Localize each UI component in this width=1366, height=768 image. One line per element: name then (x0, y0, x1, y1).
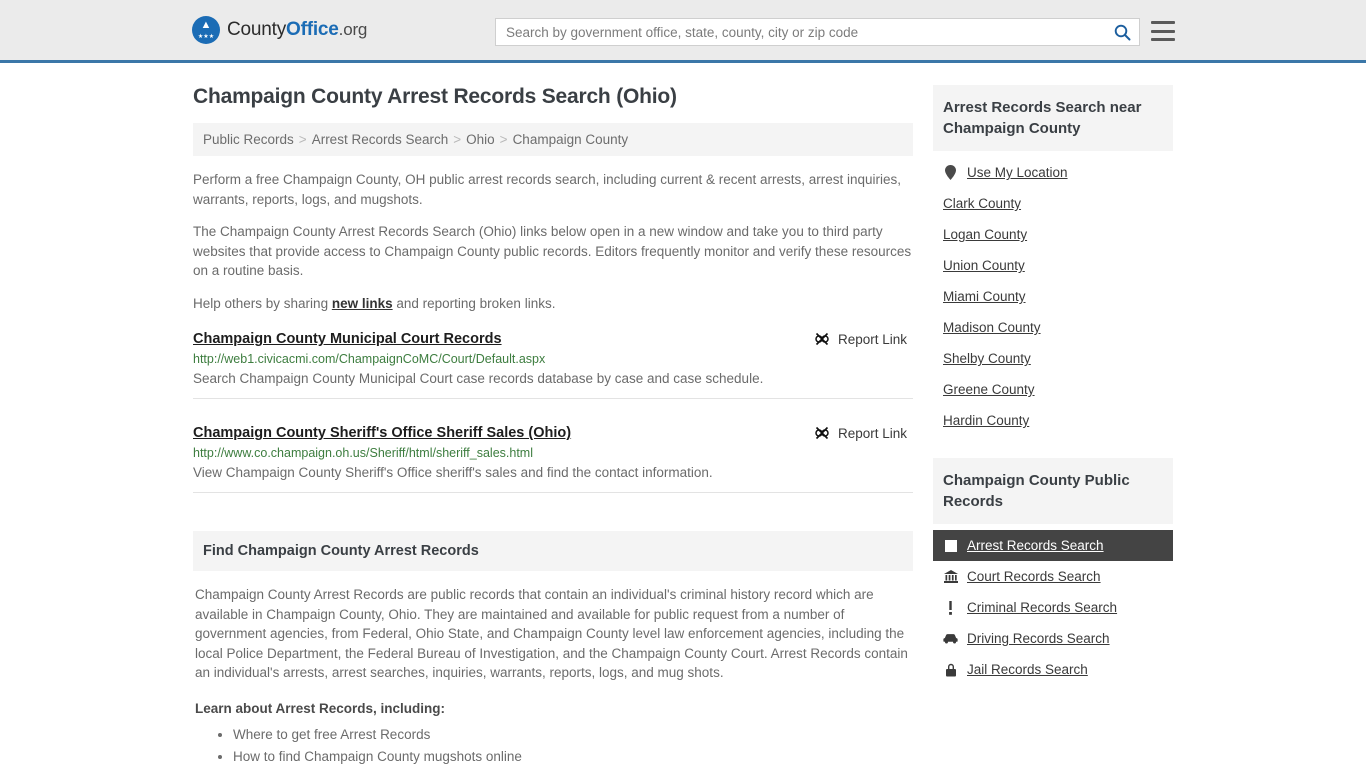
hamburger-bar (1151, 29, 1175, 33)
sidebar-item-label: Miami County (943, 289, 1026, 304)
result-title-link[interactable]: Champaign County Sheriff's Office Sherif… (193, 425, 571, 441)
eagle-seal-icon: ▲ ★★★ (192, 16, 220, 44)
sidebar-item-use-my-location[interactable]: Use My Location (933, 157, 1173, 188)
sidebar-item-label: Use My Location (967, 165, 1068, 180)
exclamation-icon (943, 600, 958, 615)
main-content: Champaign County Arrest Records Search (… (193, 85, 913, 768)
intro-paragraph-2: The Champaign County Arrest Records Sear… (193, 224, 912, 278)
report-link-button[interactable]: Report Link (814, 425, 913, 441)
intro-paragraph-1: Perform a free Champaign County, OH publ… (193, 172, 902, 207)
sidebar-item-label: Logan County (943, 227, 1028, 242)
lock-icon (943, 663, 958, 677)
brand-tld: .org (338, 20, 368, 39)
sidebar-item-label: Court Records Search (967, 569, 1101, 584)
search-button[interactable] (1105, 19, 1139, 45)
sidebar-item-criminal-records-search[interactable]: Criminal Records Search (933, 592, 1173, 623)
breadcrumb-item-arrest-records-search[interactable]: Arrest Records Search (312, 132, 449, 147)
result-description: Search Champaign County Municipal Court … (193, 371, 764, 386)
breadcrumb-item-public-records[interactable]: Public Records (203, 132, 294, 147)
search-bar (495, 18, 1140, 46)
sidebar-item-label: Criminal Records Search (967, 600, 1118, 615)
courthouse-icon (943, 570, 958, 583)
sidebar-item-madison-county[interactable]: Madison County (933, 312, 1173, 343)
find-records-body: Champaign County Arrest Records are publ… (193, 585, 913, 768)
broken-link-icon (815, 332, 829, 346)
intro-paragraph-3: Help others by sharing new links and rep… (193, 294, 913, 314)
sidebar-item-label: Hardin County (943, 413, 1030, 428)
square-icon (943, 539, 958, 552)
map-pin-icon (943, 165, 958, 180)
sidebar-item-miami-county[interactable]: Miami County (933, 281, 1173, 312)
find-records-heading: Find Champaign County Arrest Records (193, 531, 913, 571)
share-text-before: Help others by sharing (193, 295, 332, 311)
sidebar-item-jail-records-search[interactable]: Jail Records Search (933, 654, 1173, 685)
sidebar-item-court-records-search[interactable]: Court Records Search (933, 561, 1173, 592)
sidebar-item-label: Driving Records Search (967, 631, 1110, 646)
breadcrumb-item-champaign-county[interactable]: Champaign County (513, 132, 629, 147)
sidebar-item-label: Clark County (943, 196, 1022, 211)
share-text-after: and reporting broken links. (392, 295, 556, 311)
report-link-label: Report Link (837, 331, 907, 347)
site-logo-link[interactable]: ▲ ★★★ CountyOffice.org (192, 16, 367, 44)
car-icon (943, 633, 958, 644)
breadcrumb-separator: > (499, 132, 508, 147)
sidebar-item-driving-records-search[interactable]: Driving Records Search (933, 623, 1173, 654)
result-item: Champaign County Municipal Court Records… (193, 331, 913, 407)
sidebar-item-arrest-records-search[interactable]: Arrest Records Search (933, 530, 1173, 561)
brand-bold: Office (286, 19, 339, 40)
search-icon (1114, 24, 1130, 40)
sidebar-item-clark-county[interactable]: Clark County (933, 188, 1173, 219)
breadcrumb-separator: > (298, 132, 307, 147)
result-divider (193, 398, 913, 399)
sidebar: Arrest Records Search near Champaign Cou… (933, 85, 1173, 768)
sidebar-item-union-county[interactable]: Union County (933, 250, 1173, 281)
nearby-panel: Arrest Records Search near Champaign Cou… (933, 85, 1173, 436)
result-description: View Champaign County Sheriff's Office s… (193, 465, 713, 480)
find-records-paragraph: Champaign County Arrest Records are publ… (195, 587, 908, 680)
sidebar-item-shelby-county[interactable]: Shelby County (933, 343, 1173, 374)
result-item: Champaign County Sheriff's Office Sherif… (193, 425, 913, 501)
broken-link-icon (815, 426, 829, 440)
sidebar-item-label: Arrest Records Search (967, 538, 1104, 553)
sidebar-item-label: Madison County (943, 320, 1041, 335)
search-input[interactable] (496, 19, 1105, 45)
new-links-link[interactable]: new links (332, 296, 393, 311)
list-item: How to find Champaign County mugshots on… (233, 746, 911, 767)
breadcrumb: Public Records > Arrest Records Search > Ohi… (193, 123, 913, 156)
sidebar-item-label: Greene County (943, 382, 1035, 397)
result-url: http://www.co.champaign.oh.us/Sheriff/ht… (193, 446, 533, 460)
breadcrumb-item-ohio[interactable]: Ohio (466, 132, 495, 147)
breadcrumb-separator: > (453, 132, 462, 147)
brand-prefix: County (227, 19, 287, 40)
hamburger-menu-icon[interactable] (1151, 21, 1175, 41)
brand-wordmark: CountyOffice.org (227, 19, 367, 41)
sidebar-item-label: Jail Records Search (967, 662, 1088, 677)
page-title: Champaign County Arrest Records Search (… (193, 85, 677, 108)
hamburger-bar (1151, 21, 1175, 24)
sidebar-item-label: Union County (943, 258, 1025, 273)
sidebar-item-greene-county[interactable]: Greene County (933, 374, 1173, 405)
sidebar-item-logan-county[interactable]: Logan County (933, 219, 1173, 250)
public-records-panel-list: Arrest Records Search Court Records Sear… (933, 524, 1173, 685)
nearby-panel-list: Use My Location Clark County Logan Count… (933, 151, 1173, 436)
result-divider (193, 492, 913, 493)
result-title-link[interactable]: Champaign County Municipal Court Records (193, 331, 502, 347)
nearby-panel-heading: Arrest Records Search near Champaign Cou… (933, 85, 1173, 151)
learn-about-list: Where to get free Arrest Records How to … (195, 724, 911, 768)
sidebar-item-hardin-county[interactable]: Hardin County (933, 405, 1173, 436)
hamburger-bar (1151, 38, 1175, 41)
report-link-button[interactable]: Report Link (814, 331, 913, 347)
public-records-panel: Champaign County Public Records Arrest R… (933, 458, 1173, 685)
report-link-label: Report Link (837, 425, 907, 441)
sidebar-item-label: Shelby County (943, 351, 1031, 366)
site-header: ▲ ★★★ CountyOffice.org (0, 0, 1366, 63)
result-url: http://web1.civicacmi.com/ChampaignCoMC/… (193, 352, 546, 366)
page-body: Champaign County Arrest Records Search (… (0, 63, 1366, 768)
public-records-panel-heading: Champaign County Public Records (933, 458, 1173, 524)
list-item: Where to get free Arrest Records (233, 724, 911, 745)
learn-about-heading: Learn about Arrest Records, including: (195, 700, 446, 716)
